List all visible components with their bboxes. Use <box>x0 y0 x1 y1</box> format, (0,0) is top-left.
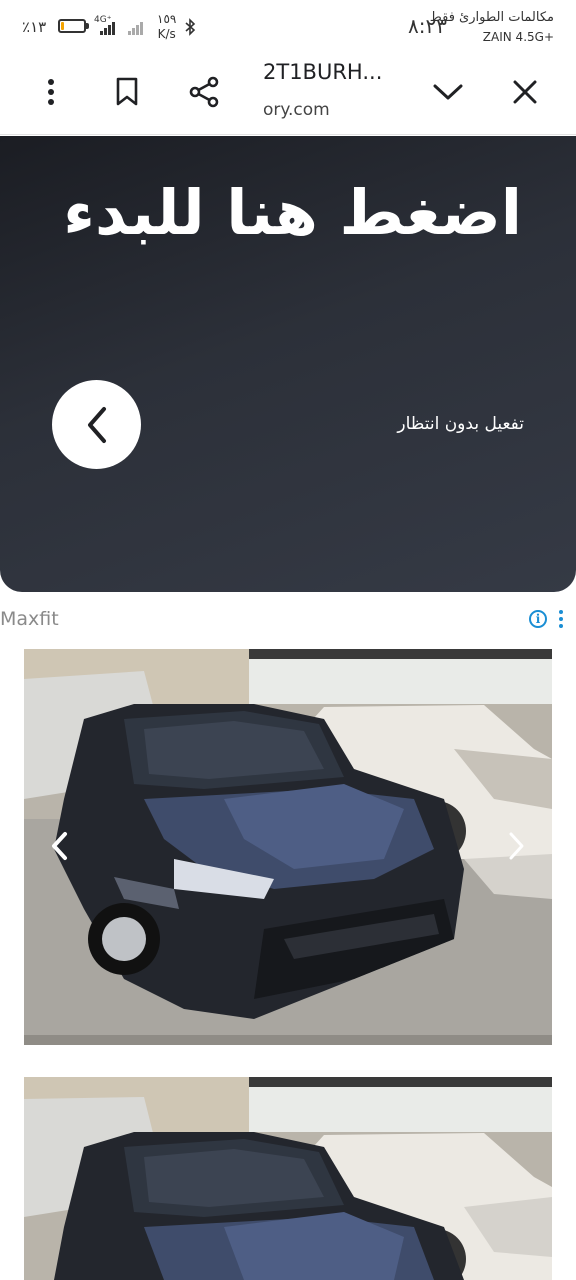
bookmark-button[interactable] <box>105 70 149 114</box>
ad-label: Maxfit <box>0 608 59 630</box>
bookmark-icon <box>116 77 138 106</box>
data-speed-value: ١٥٩ <box>157 12 177 26</box>
signal-icon-2 <box>128 22 143 35</box>
share-icon <box>189 76 219 108</box>
battery-tip <box>86 23 89 29</box>
more-vert-icon <box>48 79 54 105</box>
carrier-status: مكالمات الطوارئ فقط <box>429 10 554 25</box>
ad-menu-icon[interactable] <box>559 610 563 631</box>
battery-icon <box>58 19 86 33</box>
car-photo-2[interactable] <box>24 1077 552 1280</box>
ad-attribution: Maxfit i <box>0 600 576 638</box>
hero-headline[interactable]: اضغط هنا للبدء <box>63 176 522 249</box>
close-button[interactable] <box>503 70 547 114</box>
data-speed-unit: K/s <box>157 27 176 41</box>
gallery-next-button[interactable] <box>504 829 528 863</box>
browser-toolbar: 2T1BURH... ory.com <box>0 52 576 135</box>
battery-level <box>61 22 64 30</box>
car-photo-1[interactable] <box>24 649 552 1045</box>
hero-banner[interactable]: اضغط هنا للبدء تفعيل بدون انتظار <box>0 136 576 592</box>
data-speed: ١٥٩ K/s <box>157 12 176 42</box>
page-title[interactable]: 2T1BURH... <box>263 60 382 84</box>
page-url[interactable]: ory.com <box>263 100 330 120</box>
more-options-button[interactable] <box>29 70 73 114</box>
gallery-prev-icon <box>52 832 67 860</box>
close-icon <box>513 80 537 104</box>
chevron-down-icon <box>433 84 463 100</box>
hero-action-button[interactable] <box>52 380 141 469</box>
info-icon[interactable]: i <box>529 610 547 628</box>
chevron-left-icon <box>87 406 106 443</box>
bluetooth-icon <box>185 18 196 36</box>
gallery-prev-button[interactable] <box>48 829 72 863</box>
status-bar: ٪١٣ 4G⁺ ١٥٩ K/s ٨:٢٣ مكالمات الطوارئ فقط… <box>0 0 576 52</box>
expand-button[interactable] <box>426 70 470 114</box>
car-image-2 <box>24 1077 552 1280</box>
share-button[interactable] <box>182 70 226 114</box>
battery-percent: ٪١٣ <box>22 18 47 36</box>
car-image-1 <box>24 649 552 1045</box>
signal-icon <box>100 22 115 35</box>
gallery-next-icon <box>509 832 524 860</box>
hero-subtext: تفعيل بدون انتظار <box>397 414 524 434</box>
carrier-name: ZAIN 4.5G+ <box>482 30 554 44</box>
